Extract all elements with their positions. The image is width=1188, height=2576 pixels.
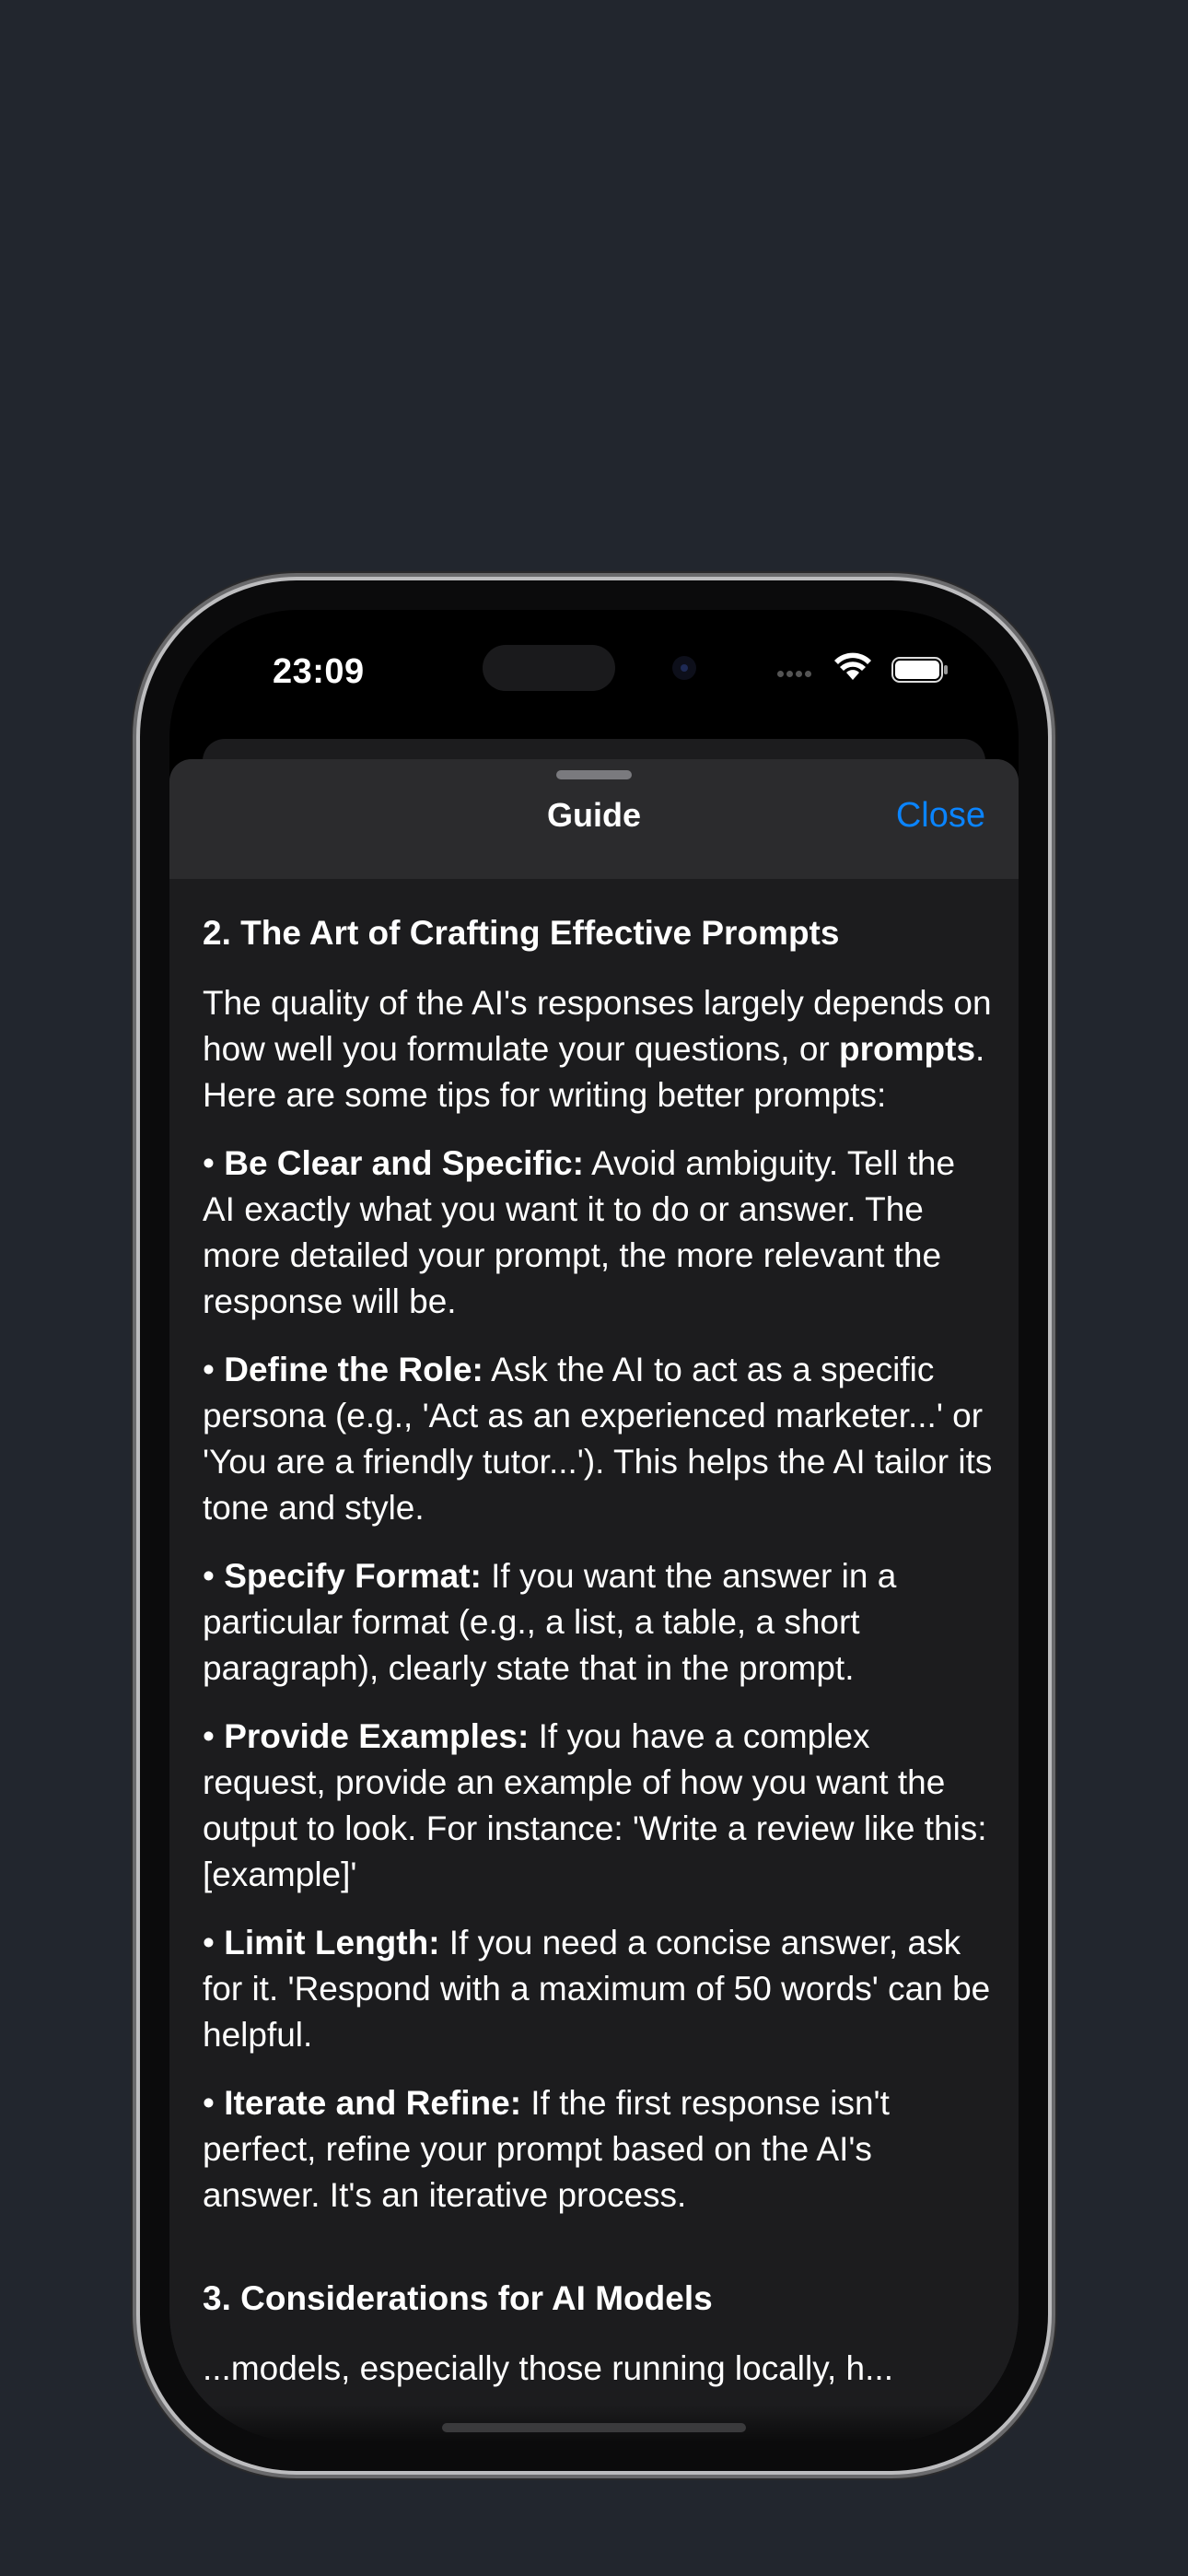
tip-item: • Define the Role: Ask the AI to act as … bbox=[203, 1347, 995, 1531]
bullet: • bbox=[203, 1351, 225, 1388]
camera-icon bbox=[672, 656, 696, 680]
guide-sheet[interactable]: Guide Close 2. The Art of Crafting Effec… bbox=[169, 759, 1019, 2441]
intro-paragraph: The quality of the AI's responses largel… bbox=[203, 980, 995, 1118]
volume-down-button bbox=[133, 1225, 140, 1354]
action-button bbox=[133, 921, 140, 991]
bullet: • bbox=[203, 1557, 225, 1595]
bullet: • bbox=[203, 1717, 225, 1755]
tip-title: Specify Format: bbox=[224, 1557, 482, 1595]
volume-up-button bbox=[133, 1060, 140, 1188]
tip-item: • Specify Format: If you want the answer… bbox=[203, 1553, 995, 1692]
tip-item: • Limit Length: If you need a concise an… bbox=[203, 1920, 995, 2058]
bullet: • bbox=[203, 1144, 225, 1182]
tip-title: Provide Examples: bbox=[224, 1717, 530, 1755]
bullet: • bbox=[203, 2084, 225, 2122]
tip-item: • Iterate and Refine: If the first respo… bbox=[203, 2080, 995, 2219]
section-heading: 3. Considerations for AI Models bbox=[203, 2279, 713, 2317]
bullet: • bbox=[203, 1924, 225, 1961]
tip-title: Limit Length: bbox=[224, 1924, 440, 1961]
sheet-grabber[interactable] bbox=[556, 770, 632, 779]
tip-title: Iterate and Refine: bbox=[224, 2084, 522, 2122]
status-time: 23:09 bbox=[273, 652, 365, 691]
sheet-header: Guide Close bbox=[169, 759, 1019, 879]
signal-icon bbox=[777, 665, 820, 678]
wifi-icon bbox=[834, 652, 871, 680]
section-heading: 2. The Art of Crafting Effective Prompts bbox=[203, 914, 840, 952]
guide-content[interactable]: 2. The Art of Crafting Effective Prompts… bbox=[203, 912, 995, 2392]
close-button[interactable]: Close bbox=[896, 796, 985, 836]
dynamic-island bbox=[483, 645, 615, 691]
home-indicator[interactable] bbox=[442, 2423, 746, 2432]
tip-item: • Provide Examples: If you have a comple… bbox=[203, 1714, 995, 1898]
tip-title: Be Clear and Specific: bbox=[224, 1144, 584, 1182]
sheet-title: Guide bbox=[546, 796, 641, 834]
intro-bold: prompts bbox=[839, 1030, 976, 1068]
tip-title: Define the Role: bbox=[224, 1351, 483, 1388]
partial-paragraph: ...models, especially those running loca… bbox=[203, 2349, 893, 2387]
tip-item: • Be Clear and Specific: Avoid ambiguity… bbox=[203, 1141, 995, 1325]
battery-icon bbox=[891, 657, 948, 683]
phone-screen: 23:09 Guide Close 2. The Art of Crafting… bbox=[169, 610, 1019, 2441]
